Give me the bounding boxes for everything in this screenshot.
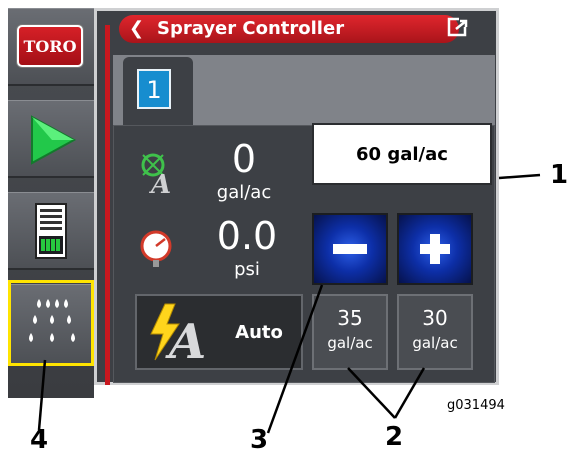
callout-3: 3	[250, 425, 269, 455]
callout-1: 1	[550, 160, 569, 190]
callout-2: 2	[385, 422, 404, 452]
callout-lines	[37, 173, 541, 434]
callout-4: 4	[30, 425, 49, 455]
figure-code: g031494	[447, 398, 505, 413]
